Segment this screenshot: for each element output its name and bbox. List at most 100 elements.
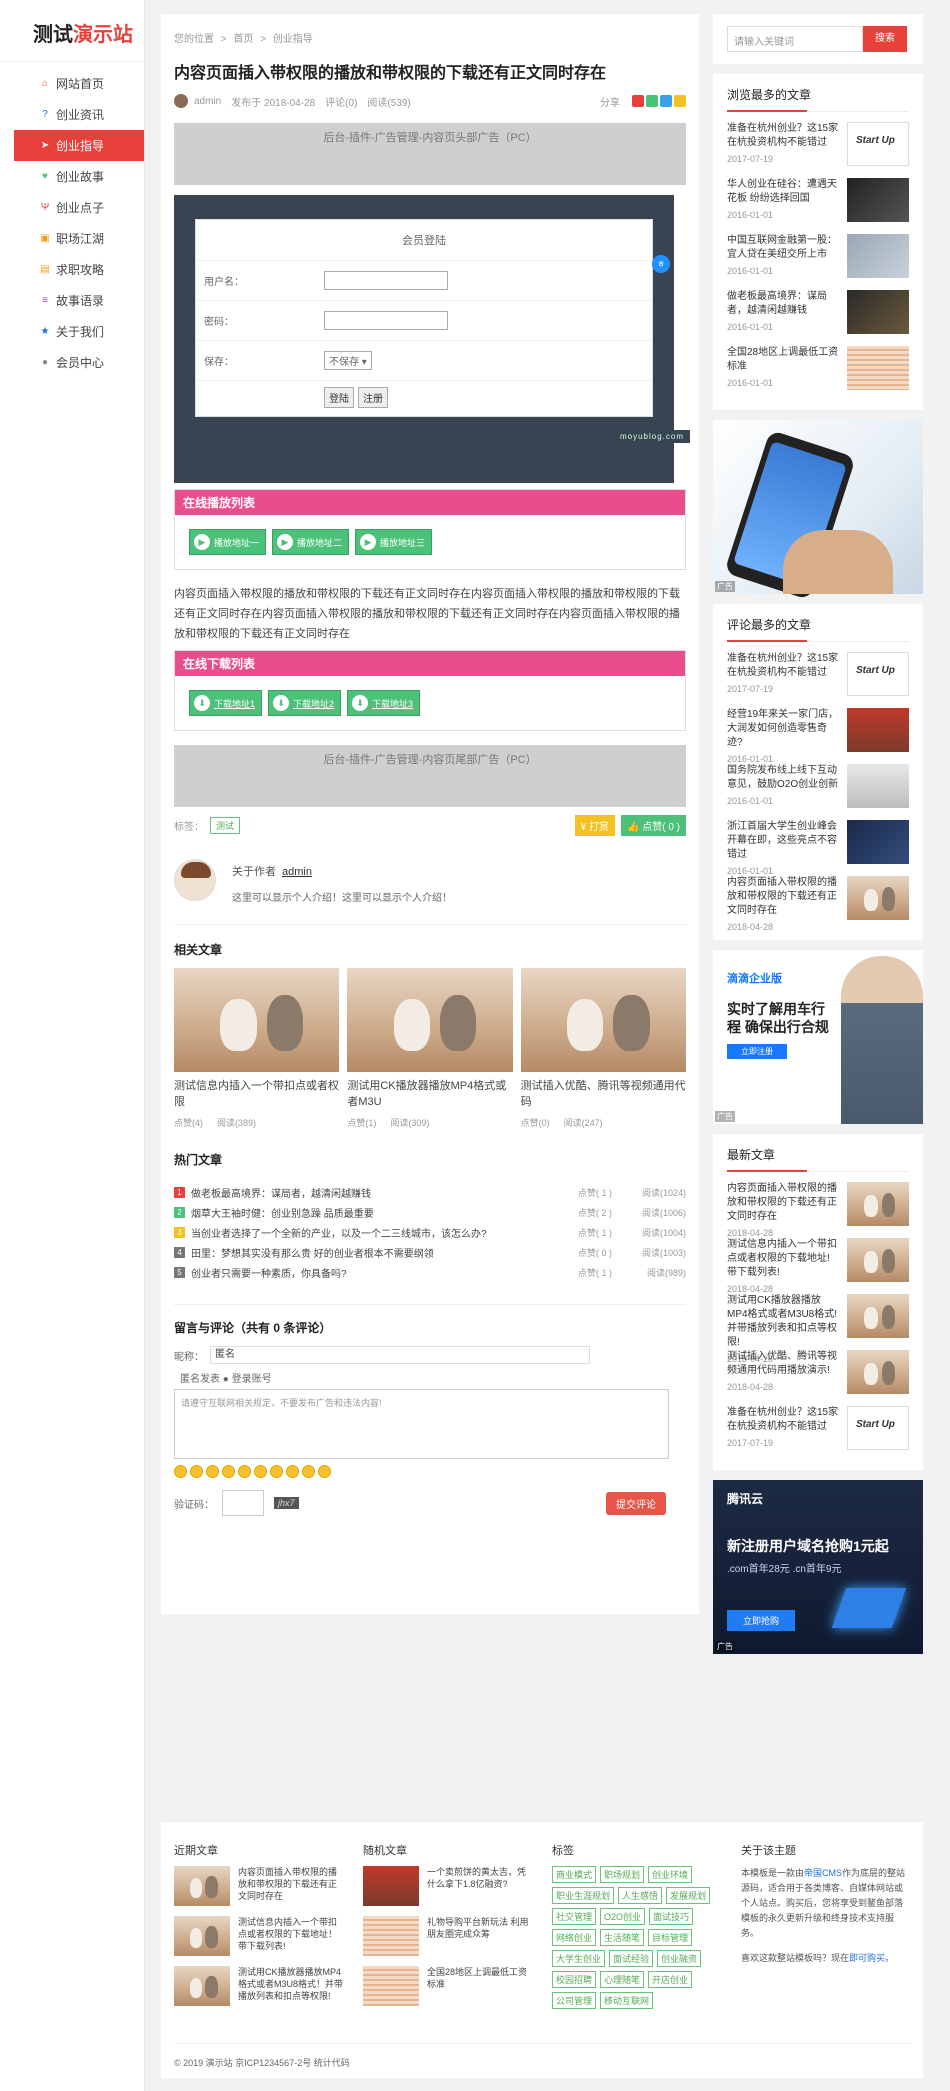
sidebar-article-title[interactable]: 测试信息内插入一个带扣点或者权限的下载地址! 带下载列表! xyxy=(727,1238,839,1280)
empirecms-link[interactable]: 帝国CMS xyxy=(804,1868,842,1878)
footer-tag[interactable]: 发展规划 xyxy=(666,1887,711,1904)
play-button[interactable]: ▶ 播放地址一 xyxy=(189,529,267,555)
submit-comment-button[interactable]: 提交评论 xyxy=(606,1491,666,1515)
captcha-input[interactable] xyxy=(222,1490,264,1516)
sidebar-article-title[interactable]: 中国互联网金融第一股：宜人贷在美纽交所上市 xyxy=(727,234,839,262)
sidebar-article-title[interactable]: 全国28地区上调最低工资标准 xyxy=(727,346,839,374)
footer-article-title[interactable]: 全国28地区上调最低工资标准 xyxy=(427,1966,532,2012)
sidebar-article[interactable]: 测试用CK播放器播放MP4格式或者M3U8格式! 并带播放列表和扣点等权限! 20… xyxy=(727,1290,909,1364)
sidebar-article-thumbnail[interactable] xyxy=(847,1238,909,1282)
tip-button[interactable]: ¥ 打赏 xyxy=(574,814,615,836)
like-button[interactable]: 👍 点赞( 0 ) xyxy=(620,814,686,836)
qcloud-cta-button[interactable]: 立即抢购 xyxy=(727,1610,796,1631)
sidebar-article[interactable]: 中国互联网金融第一股：宜人贷在美纽交所上市 2016-01-01 xyxy=(727,230,909,286)
footer-tag[interactable]: 商业模式 xyxy=(552,1866,597,1883)
sidebar-article[interactable]: 浙江首届大学生创业峰会开幕在即，这些亮点不容错过 2016-01-01 xyxy=(727,816,909,876)
download-button[interactable]: ⬇ 下载地址3 xyxy=(347,690,421,716)
footer-tag[interactable]: 职业生涯规划 xyxy=(552,1887,615,1904)
hot-title-link[interactable]: 烟草大王袖时健：创业别急躁 品质最重要 xyxy=(191,1205,578,1220)
hot-title-link[interactable]: 做老板最高境界：谋局者，越清闲越赚钱 xyxy=(191,1185,578,1200)
footer-article-thumbnail[interactable] xyxy=(174,1916,230,1956)
footer-article[interactable]: 内容页面插入带权限的播放和带权限的下载还有正文同时存在 xyxy=(174,1866,343,1912)
emoji-icon[interactable] xyxy=(286,1465,299,1478)
related-title-link[interactable]: 测试插入优酷、腾讯等视频通用代码 xyxy=(521,1078,686,1110)
ad-didi[interactable]: 滴滴企业版 实时了解用车行程 确保出行合规 立即注册 广告 xyxy=(713,950,923,1124)
sidebar-article[interactable]: 准备在杭州创业？这15家在杭投资机构不能错过 2017-07-19 xyxy=(727,648,909,704)
footer-tag[interactable]: 社交管理 xyxy=(552,1908,597,1925)
sidebar-article-title[interactable]: 准备在杭州创业？这15家在杭投资机构不能错过 xyxy=(727,122,839,150)
sidebar-article-thumbnail[interactable] xyxy=(847,178,909,222)
footer-article-thumbnail[interactable] xyxy=(174,1966,230,2006)
sidebar-article-title[interactable]: 做老板最高境界：谋局者，越清闲越赚钱 xyxy=(727,290,839,318)
site-logo[interactable]: 测试演示站 xyxy=(0,0,144,61)
sidebar-article-thumbnail[interactable] xyxy=(847,234,909,278)
breadcrumb-category-link[interactable]: 创业指导 xyxy=(273,34,313,45)
anon-login-link[interactable]: 匿名发表 ● 登录账号 xyxy=(180,1370,686,1385)
nav-item[interactable]: ? 创业资讯 xyxy=(0,99,144,130)
author-avatar[interactable] xyxy=(174,94,188,108)
sidebar-article-thumbnail[interactable] xyxy=(847,764,909,808)
sidebar-article-title[interactable]: 内容页面插入带权限的播放和带权限的下载还有正文同时存在 xyxy=(727,1182,839,1224)
emoji-icon[interactable] xyxy=(238,1465,251,1478)
qzone-icon[interactable] xyxy=(674,95,686,107)
save-select[interactable]: 不保存 ▾ xyxy=(324,351,372,370)
username-input[interactable] xyxy=(324,271,448,290)
sidebar-article-thumbnail[interactable] xyxy=(847,876,909,920)
footer-article-title[interactable]: 测试信息内插入一个带扣点或者权限的下载地址！带下载列表! xyxy=(238,1916,343,1962)
search-input[interactable]: 请输入关键词 xyxy=(727,26,863,52)
hot-title-link[interactable]: 创业者只需要一种素质，你具备吗? xyxy=(191,1265,578,1280)
related-thumbnail[interactable] xyxy=(174,968,340,1072)
emoji-icon[interactable] xyxy=(174,1465,187,1478)
nav-item[interactable]: ● 会员中心 xyxy=(0,347,144,378)
footer-article[interactable]: 测试用CK播放器播放MP4格式或者M3U8格式！并带播放列表和扣点等权限! xyxy=(174,1966,343,2012)
weibo-icon[interactable] xyxy=(632,95,644,107)
sidebar-article-thumbnail[interactable] xyxy=(847,122,909,166)
register-button[interactable]: 注册 xyxy=(358,387,388,408)
footer-tag[interactable]: 移动互联网 xyxy=(600,1992,654,2009)
author-name-link[interactable]: admin xyxy=(282,866,312,878)
related-item[interactable]: 测试信息内插入一个带扣点或者权限 点赞(4) 阅读(389) xyxy=(174,968,340,1129)
footer-tag[interactable]: 面试技巧 xyxy=(649,1908,694,1925)
emoji-icon[interactable] xyxy=(190,1465,203,1478)
footer-article-thumbnail[interactable] xyxy=(363,1966,419,2006)
nickname-input[interactable]: 匿名 xyxy=(210,1346,590,1364)
nav-item[interactable]: ★ 关于我们 xyxy=(0,316,144,347)
footer-article-thumbnail[interactable] xyxy=(363,1916,419,1956)
sidebar-article-thumbnail[interactable] xyxy=(847,652,909,696)
buy-link[interactable]: 即可购买 xyxy=(849,1953,885,1963)
sidebar-article-title[interactable]: 准备在杭州创业？这15家在杭投资机构不能错过 xyxy=(727,1406,839,1434)
nav-item[interactable]: ⌂ 网站首页 xyxy=(0,68,144,99)
tag-item[interactable]: 测试 xyxy=(210,816,241,834)
sidebar-article[interactable]: 经营19年来关一家门店，大润发如何创造零售奇迹? 2016-01-01 xyxy=(727,704,909,764)
sidebar-article-thumbnail[interactable] xyxy=(847,708,909,752)
password-input[interactable] xyxy=(324,311,448,330)
download-button[interactable]: ⬇ 下载地址1 xyxy=(189,690,263,716)
sidebar-article-title[interactable]: 准备在杭州创业？这15家在杭投资机构不能错过 xyxy=(727,652,839,680)
emoji-icon[interactable] xyxy=(254,1465,267,1478)
didi-cta-button[interactable]: 立即注册 xyxy=(727,1044,787,1059)
nav-item[interactable]: ≡ 故事语录 xyxy=(0,285,144,316)
footer-tag[interactable]: 心理随笔 xyxy=(600,1971,645,1988)
footer-tag[interactable]: 目标管理 xyxy=(648,1929,693,1946)
sidebar-article-title[interactable]: 测试插入优酷、腾讯等视频通用代码用播放演示! xyxy=(727,1350,839,1378)
sidebar-article-thumbnail[interactable] xyxy=(847,1350,909,1394)
sidebar-article[interactable]: 全国28地区上调最低工资标准 2016-01-01 xyxy=(727,342,909,398)
sidebar-article-thumbnail[interactable] xyxy=(847,1294,909,1338)
footer-article-title[interactable]: 一个卖煎饼的黄太吉，凭什么拿下1.8亿融资? xyxy=(427,1866,532,1912)
sidebar-article[interactable]: 测试信息内插入一个带扣点或者权限的下载地址! 带下载列表! 2018-04-28 xyxy=(727,1234,909,1294)
footer-tag[interactable]: 公司管理 xyxy=(552,1992,597,2009)
ad-top[interactable]: 后台-插件-广告管理-内容页头部广告（PC） xyxy=(174,123,686,185)
comment-textarea[interactable]: 请遵守互联网相关规定，不要发布广告和违法内容! xyxy=(174,1389,669,1459)
footer-article-title[interactable]: 礼物导购平台新玩法 利用朋友圈完成众筹 xyxy=(427,1916,532,1962)
emoji-icon[interactable] xyxy=(318,1465,331,1478)
play-button[interactable]: ▶ 播放地址二 xyxy=(272,529,350,555)
footer-article-thumbnail[interactable] xyxy=(174,1866,230,1906)
footer-article-thumbnail[interactable] xyxy=(363,1866,419,1906)
download-button[interactable]: ⬇ 下载地址2 xyxy=(268,690,342,716)
footer-tag[interactable]: 校园招聘 xyxy=(552,1971,597,1988)
related-thumbnail[interactable] xyxy=(347,968,513,1072)
sidebar-article-thumbnail[interactable] xyxy=(847,820,909,864)
related-title-link[interactable]: 测试信息内插入一个带扣点或者权限 xyxy=(174,1078,339,1110)
author-link[interactable]: admin xyxy=(194,96,221,107)
footer-article-title[interactable]: 内容页面插入带权限的播放和带权限的下载还有正文同时存在 xyxy=(238,1866,343,1912)
